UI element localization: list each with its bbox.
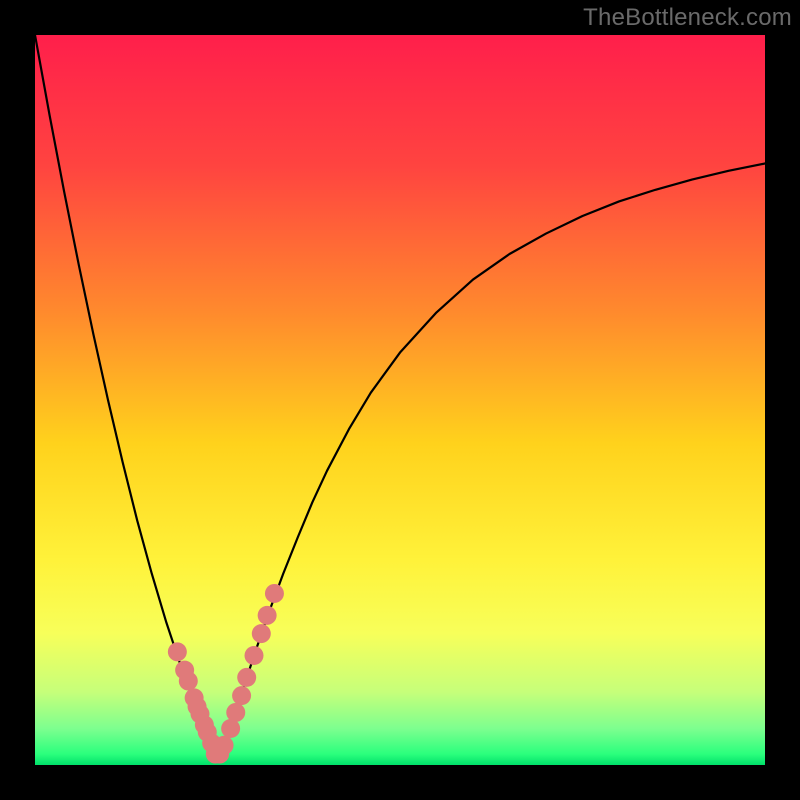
data-point: [226, 703, 245, 722]
data-point: [237, 668, 256, 687]
data-point: [232, 686, 251, 705]
chart-frame: TheBottleneck.com: [0, 0, 800, 800]
data-point: [179, 672, 198, 691]
data-point: [265, 584, 284, 603]
plot-area: [35, 35, 765, 765]
data-point: [245, 646, 264, 665]
data-point: [252, 624, 271, 643]
watermark-text: TheBottleneck.com: [583, 4, 792, 32]
data-point: [168, 642, 187, 661]
data-point: [221, 719, 240, 738]
data-point: [258, 606, 277, 625]
gradient-background: [35, 35, 765, 765]
bottleneck-chart: [35, 35, 765, 765]
data-point: [215, 736, 234, 755]
